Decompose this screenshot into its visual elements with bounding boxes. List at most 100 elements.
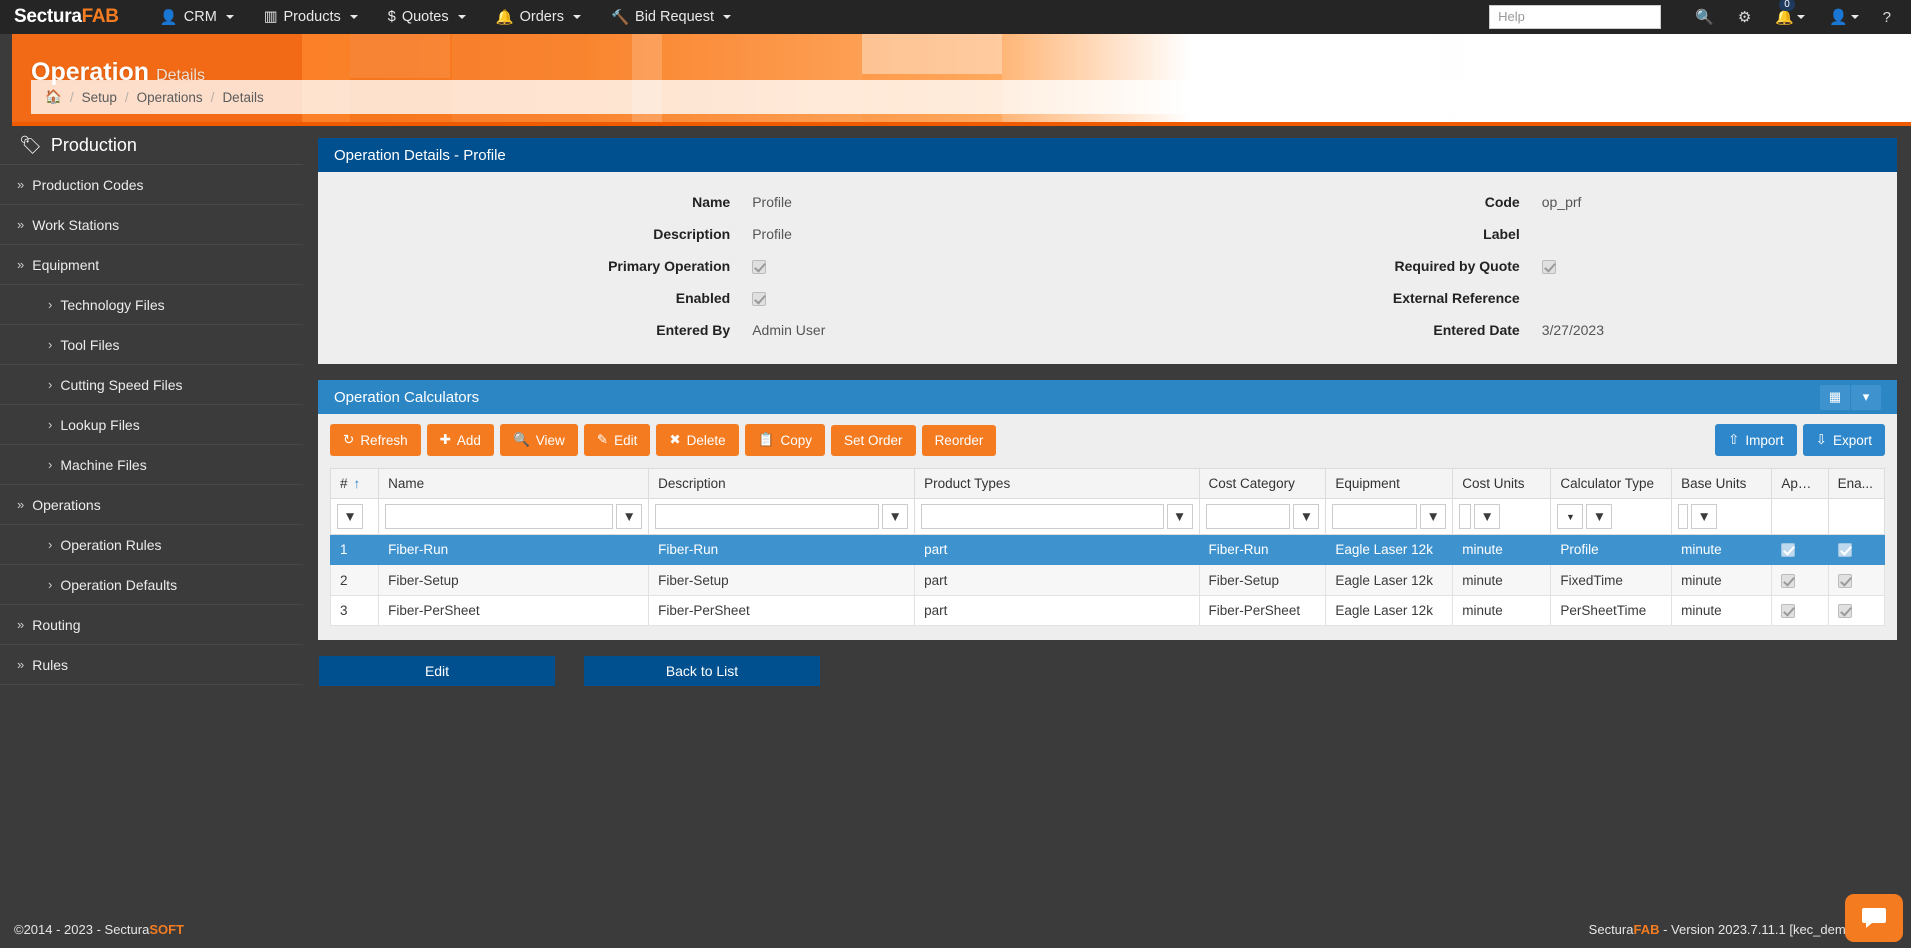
notifications-button[interactable]: 0 🔔 — [1763, 0, 1817, 34]
filter-input-description[interactable] — [655, 504, 879, 529]
filter-input-equipment[interactable] — [1332, 504, 1417, 529]
column-header-base-units[interactable]: Base Units — [1672, 469, 1772, 499]
top-navigation-right: Help 🔍 ⚙ 0 🔔 👤 ? — [1489, 0, 1903, 34]
filter-icon[interactable]: ▼ — [1293, 504, 1319, 529]
column-header-description[interactable]: Description — [649, 469, 915, 499]
cell-base-units: minute — [1672, 595, 1772, 625]
copy-button[interactable]: 📋Copy — [745, 424, 825, 456]
chat-icon[interactable] — [1845, 894, 1903, 942]
column-header-name[interactable]: Name — [379, 469, 649, 499]
filter-input-name[interactable] — [385, 504, 613, 529]
sidebar-item-tool-files[interactable]: › Tool Files — [0, 325, 303, 365]
sidebar-item-rules[interactable]: » Rules — [0, 645, 303, 685]
column-header-enabled[interactable]: Ena... — [1828, 469, 1884, 499]
column-header-cost-category[interactable]: Cost Category — [1199, 469, 1326, 499]
chevron-down-icon[interactable]: ▾ — [1851, 385, 1881, 410]
sidebar-item-operation-defaults[interactable]: › Operation Defaults — [0, 565, 303, 605]
grid-icon[interactable]: ▦ — [1820, 385, 1850, 410]
cell-equipment: Eagle Laser 12k — [1326, 595, 1453, 625]
question-icon[interactable]: ? — [1871, 0, 1903, 34]
view-button[interactable]: 🔍View — [500, 424, 578, 456]
column-header-calculator-type[interactable]: Calculator Type — [1551, 469, 1672, 499]
cell-calculator-type: FixedTime — [1551, 565, 1672, 595]
sidebar-item-cutting-speed-files[interactable]: › Cutting Speed Files — [0, 365, 303, 405]
filter-input-product-types[interactable] — [921, 504, 1163, 529]
filter-icon[interactable]: ▼ — [1474, 504, 1500, 529]
refresh-button[interactable]: ↻Refresh — [330, 424, 421, 456]
nav-item-bid-request[interactable]: 🔨 Bid Request — [596, 0, 746, 34]
import-button[interactable]: ⇧Import — [1715, 424, 1797, 456]
gear-icon[interactable]: ⚙ — [1726, 0, 1763, 34]
edit-record-button[interactable]: Edit — [319, 656, 555, 686]
double-chevron-right-icon: » — [17, 657, 24, 672]
field-value: op_prf — [1542, 194, 1897, 210]
nav-item-quotes[interactable]: $ Quotes — [373, 0, 481, 34]
filter-input-base-units[interactable] — [1678, 504, 1688, 529]
add-button-label: Add — [457, 433, 481, 448]
field-value: Admin User — [752, 322, 1107, 338]
enabled-checkbox — [1838, 574, 1852, 588]
sidebar-item-label: Rules — [32, 657, 68, 673]
x-icon: ✖ — [669, 432, 680, 448]
filter-input-cost-category[interactable] — [1206, 504, 1291, 529]
export-button[interactable]: ⇩Export — [1803, 424, 1885, 456]
sidebar-item-routing[interactable]: » Routing — [0, 605, 303, 645]
breadcrumb-separator: / — [125, 90, 129, 105]
chevron-right-icon: › — [48, 537, 52, 552]
filter-icon[interactable]: ▼ — [337, 504, 363, 529]
nav-item-orders[interactable]: 🔔 Orders — [481, 0, 596, 34]
breadcrumb-item-operations[interactable]: Operations — [137, 90, 203, 105]
sidebar-item-equipment[interactable]: » Equipment — [0, 245, 303, 285]
grid-body: 1 Fiber-Run Fiber-Run part Fiber-Run Eag… — [331, 535, 1885, 626]
filter-icon[interactable]: ▼ — [1691, 504, 1717, 529]
column-header-cost-units[interactable]: Cost Units — [1453, 469, 1551, 499]
column-header-applicable[interactable]: Appl... — [1772, 469, 1828, 499]
cell-base-units: minute — [1672, 535, 1772, 565]
filter-input-cost-units[interactable] — [1459, 504, 1471, 529]
cell-base-units: minute — [1672, 565, 1772, 595]
filter-select-calculator-type[interactable]: ▼ — [1557, 504, 1583, 529]
sidebar-item-lookup-files[interactable]: › Lookup Files — [0, 405, 303, 445]
filter-icon[interactable]: ▼ — [882, 504, 908, 529]
breadcrumb-item-setup[interactable]: Setup — [82, 90, 117, 105]
add-button[interactable]: ✚Add — [427, 424, 494, 456]
cell-applicable — [1772, 535, 1828, 565]
search-icon[interactable]: 🔍 — [1683, 0, 1726, 34]
edit-button-label: Edit — [614, 433, 637, 448]
nav-item-crm[interactable]: 👤 CRM — [145, 0, 249, 34]
field-value — [1542, 258, 1897, 274]
filter-icon[interactable]: ▼ — [1420, 504, 1446, 529]
user-menu-button[interactable]: 👤 — [1817, 0, 1871, 34]
column-header-num[interactable]: #↑ — [331, 469, 379, 499]
filter-icon[interactable]: ▼ — [616, 504, 642, 529]
sidebar-item-technology-files[interactable]: › Technology Files — [0, 285, 303, 325]
filter-icon[interactable]: ▼ — [1167, 504, 1193, 529]
table-row[interactable]: 2 Fiber-Setup Fiber-Setup part Fiber-Set… — [331, 565, 1885, 595]
sidebar-item-operations[interactable]: » Operations — [0, 485, 303, 525]
delete-button[interactable]: ✖Delete — [656, 424, 738, 456]
sidebar-heading-label: Production — [51, 135, 137, 156]
column-header-equipment[interactable]: Equipment — [1326, 469, 1453, 499]
table-row[interactable]: 3 Fiber-PerSheet Fiber-PerSheet part Fib… — [331, 595, 1885, 625]
enabled-checkbox — [1838, 604, 1852, 618]
field-label: Label — [1108, 226, 1542, 242]
nav-item-products[interactable]: ▥ Products — [249, 0, 373, 34]
cell-applicable — [1772, 565, 1828, 595]
table-row[interactable]: 1 Fiber-Run Fiber-Run part Fiber-Run Eag… — [331, 535, 1885, 565]
cell-product-types: part — [915, 595, 1199, 625]
edit-button[interactable]: ✎Edit — [584, 424, 651, 456]
brand-logo[interactable]: SecturaFAB — [14, 6, 119, 28]
set-order-button[interactable]: Set Order — [831, 425, 916, 456]
reorder-button[interactable]: Reorder — [922, 425, 997, 456]
sidebar-item-work-stations[interactable]: » Work Stations — [0, 205, 303, 245]
chevron-down-icon — [1851, 15, 1859, 19]
back-to-list-button[interactable]: Back to List — [584, 656, 820, 686]
help-search-input[interactable]: Help — [1489, 5, 1661, 29]
sidebar-item-operation-rules[interactable]: › Operation Rules — [0, 525, 303, 565]
home-icon[interactable]: 🏠 — [45, 89, 62, 105]
field-enabled: Enabled — [318, 282, 1108, 314]
sidebar-item-machine-files[interactable]: › Machine Files — [0, 445, 303, 485]
sidebar-item-production-codes[interactable]: » Production Codes — [0, 165, 303, 205]
filter-icon[interactable]: ▼ — [1586, 504, 1612, 529]
column-header-product-types[interactable]: Product Types — [915, 469, 1199, 499]
